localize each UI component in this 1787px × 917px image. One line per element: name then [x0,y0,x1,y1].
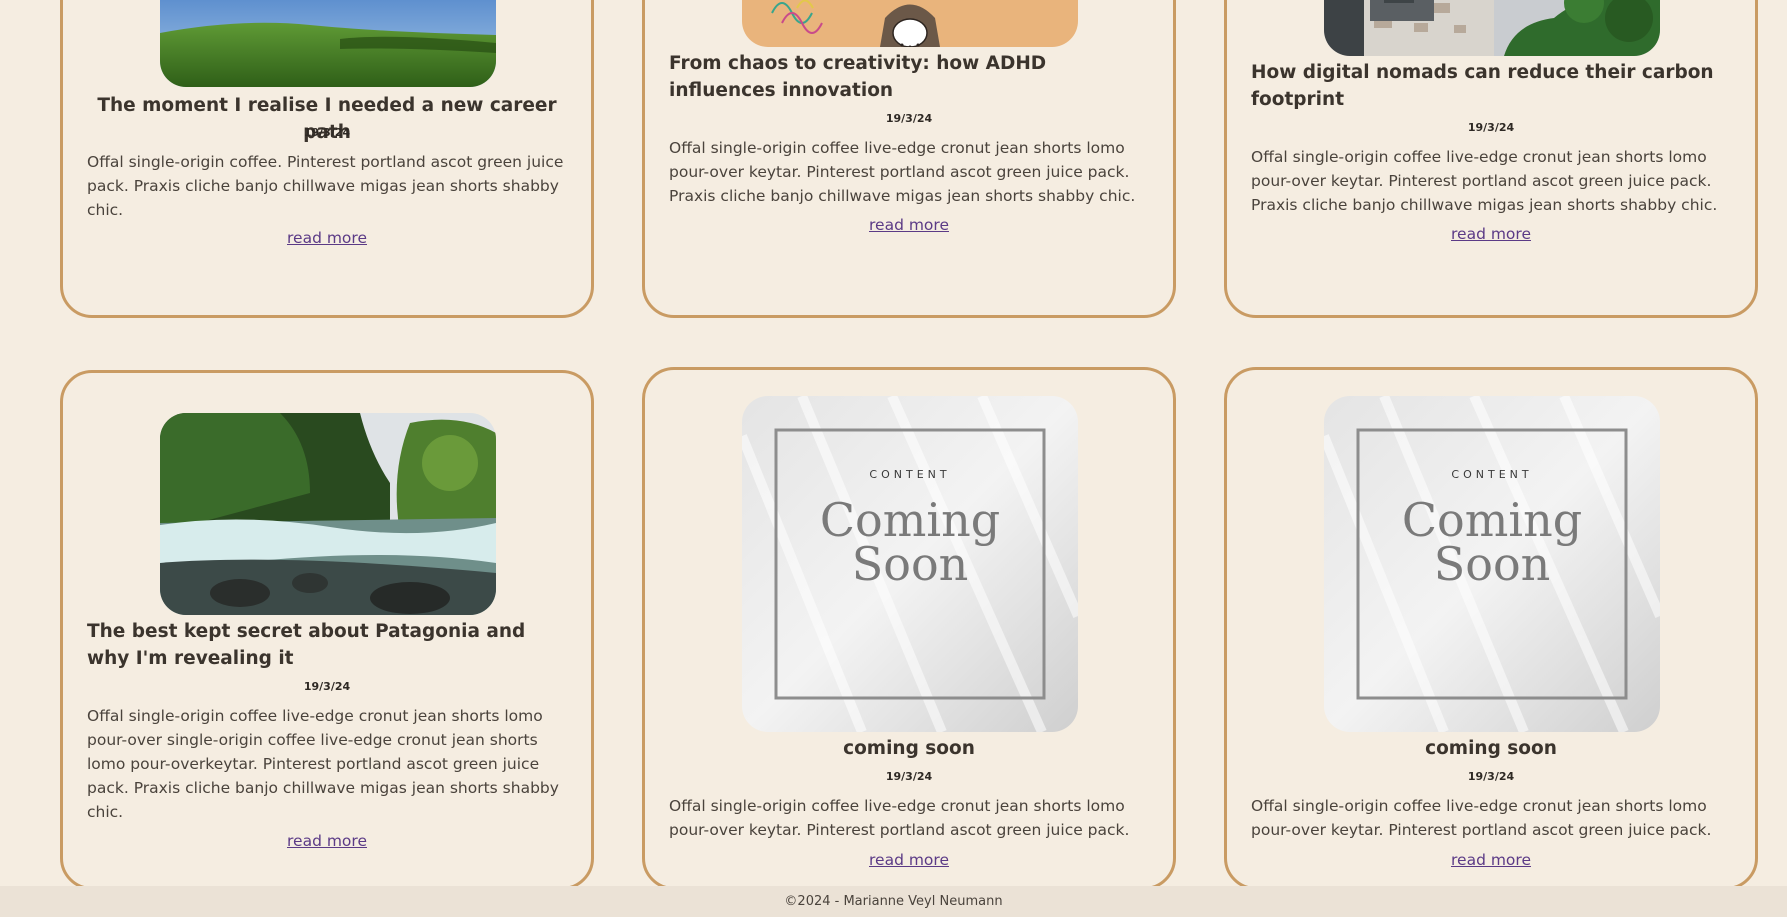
post-excerpt: Offal single-origin coffee live-edge cro… [1251,148,1718,214]
read-more-link[interactable]: read more [87,832,567,850]
post-card: CONTENT Coming Soon coming soon 19/3/24 … [1224,367,1758,890]
post-image-illustration[interactable] [742,0,1078,47]
post-card: From chaos to creativity: how ADHD influ… [642,0,1176,318]
post-title[interactable]: From chaos to creativity: how ADHD influ… [669,50,1149,104]
post-title[interactable]: coming soon [669,735,1149,762]
coming-soon-label: CONTENT [1451,468,1533,481]
post-excerpt: Offal single-origin coffee live-edge cro… [1251,797,1712,839]
post-title[interactable]: coming soon [1251,735,1731,762]
read-more-link[interactable]: read more [669,851,1149,869]
post-image-city[interactable] [1324,0,1660,56]
post-date: 19/3/24 [1467,121,1515,134]
read-more-link[interactable]: read more [87,229,567,247]
coming-soon-label: CONTENT [869,468,951,481]
post-card: The moment I realise I needed a new care… [60,0,594,318]
post-card: How digital nomads can reduce their carb… [1224,0,1758,318]
read-more-link[interactable]: read more [1251,851,1731,869]
post-card: The best kept secret about Patagonia and… [60,370,594,890]
post-excerpt: Offal single-origin coffee live-edge cro… [669,797,1130,839]
coming-soon-heading-2: Soon [851,537,969,591]
site-footer: ©2024 - Marianne Veyl Neumann [0,886,1787,917]
post-image-river[interactable] [160,413,496,615]
post-excerpt: Offal single-origin coffee live-edge cro… [669,139,1136,205]
post-date: 19/3/24 [885,770,933,783]
post-image-meadow[interactable] [160,0,496,87]
post-date: 19/3/24 [303,126,351,139]
post-date: 19/3/24 [303,680,351,693]
post-excerpt: Offal single-origin coffee. Pinterest po… [87,153,564,219]
post-title[interactable]: How digital nomads can reduce their carb… [1251,59,1731,113]
read-more-link[interactable]: read more [1251,225,1731,243]
post-date: 19/3/24 [1467,770,1515,783]
coming-soon-heading-2: Soon [1433,537,1551,591]
post-date: 19/3/24 [885,112,933,125]
footer-copyright: ©2024 - Marianne Veyl Neumann [784,894,1003,909]
read-more-link[interactable]: read more [669,216,1149,234]
post-title[interactable]: The best kept secret about Patagonia and… [87,618,567,672]
post-excerpt: Offal single-origin coffee live-edge cro… [87,707,559,821]
post-card: CONTENT Coming Soon coming soon 19/3/24 … [642,367,1176,890]
